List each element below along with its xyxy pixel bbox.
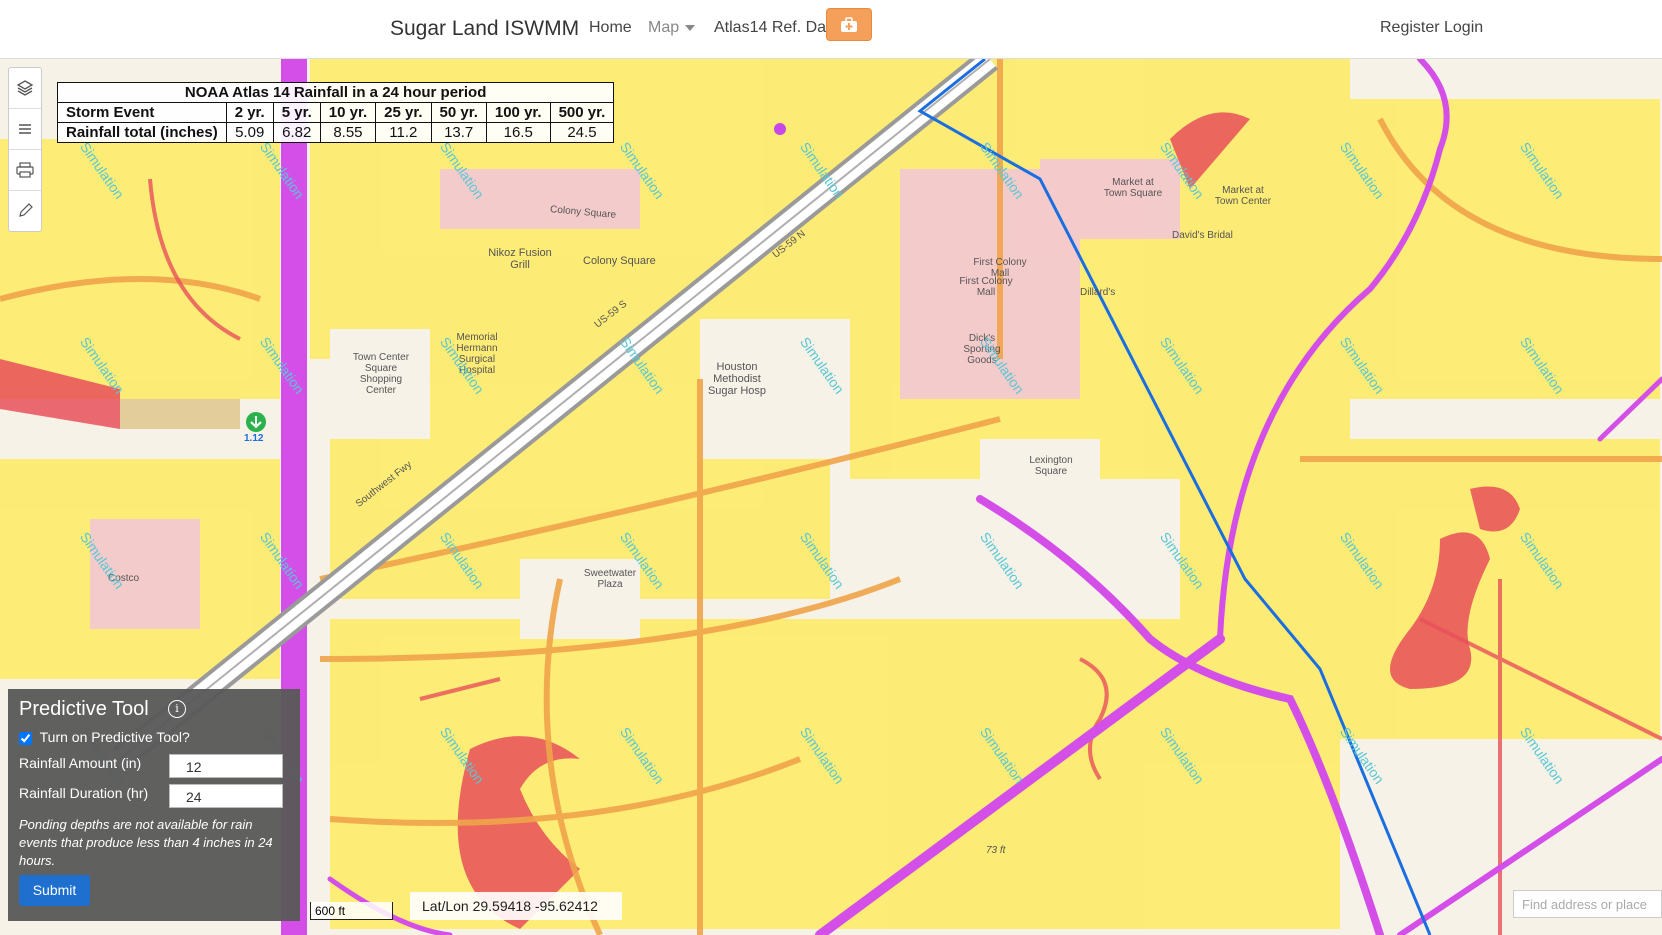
storm-event-label: Storm Event — [57, 102, 227, 123]
table-cell: 5 yr. — [272, 102, 321, 123]
label-nikoz: Nikoz Fusion Grill — [488, 247, 552, 271]
table-cell: 500 yr. — [549, 102, 615, 123]
table-cell: 11.2 — [375, 122, 432, 143]
atlas14-rainfall-table: NOAA Atlas 14 Rainfall in a 24 hour peri… — [56, 82, 615, 143]
label-market-town-square: Market at Town Square — [1103, 177, 1163, 199]
table-cell: 24.5 — [549, 122, 615, 143]
nav-atlas14[interactable]: Atlas14 Ref. Data — [714, 19, 839, 37]
nav-map-dropdown[interactable]: Map — [648, 19, 696, 37]
rainfall-duration-label: Rainfall Duration (hr) — [19, 785, 149, 801]
pencil-icon[interactable] — [9, 191, 41, 231]
gauge-value: 1.12 — [244, 433, 264, 444]
submit-button[interactable]: Submit — [19, 875, 90, 906]
label-market-town-center: Market at Town Center — [1214, 185, 1272, 207]
label-dillards: Dillard's — [1080, 287, 1116, 298]
top-navbar: Sugar Land ISWMM Home Map Atlas14 Ref. D… — [0, 0, 1662, 59]
info-icon[interactable]: i — [168, 700, 186, 718]
label-elevation: 73 ft — [986, 845, 1006, 856]
predictive-checkbox-label: Turn on Predictive Tool? — [39, 729, 190, 745]
label-houston-methodist: Houston Methodist Sugar Hosp — [707, 361, 767, 397]
print-icon[interactable] — [9, 150, 41, 191]
latlon-readout: Lat/Lon 29.59418 -95.62412 — [410, 892, 622, 920]
rainfall-amount-label: Rainfall Amount (in) — [19, 755, 142, 771]
label-lexington-square: Lexington Square — [1029, 455, 1073, 477]
label-davids-bridal: David's Bridal — [1172, 230, 1233, 241]
rainfall-amount-input[interactable]: 12 — [169, 754, 283, 778]
predictive-tool-panel: Predictive Tool i Turn on Predictive Too… — [8, 689, 300, 921]
nav-home[interactable]: Home — [589, 19, 632, 37]
chevron-down-icon — [685, 24, 696, 31]
label-colony-square: Colony Square — [583, 255, 656, 267]
nav-register[interactable]: Register — [1380, 19, 1440, 37]
table-title-row: NOAA Atlas 14 Rainfall in a 24 hour peri… — [56, 82, 615, 103]
table-title: NOAA Atlas 14 Rainfall in a 24 hour peri… — [56, 82, 615, 103]
briefcase-medical-icon[interactable] — [826, 8, 872, 41]
rainfall-duration-input[interactable]: 24 — [169, 784, 283, 808]
rainfall-total-label: Rainfall total (inches) — [57, 122, 227, 143]
map-view[interactable]: Colony Square Nikoz Fusion Grill Colony … — [0, 59, 1662, 935]
table-cell: 6.82 — [272, 122, 321, 143]
nav-map-label: Map — [648, 19, 680, 36]
label-first-colony-mall: First Colony Mall — [959, 276, 1013, 298]
table-cell: 2 yr. — [225, 102, 274, 123]
address-search-input[interactable]: Find address or place — [1513, 890, 1662, 918]
list-icon[interactable] — [9, 109, 41, 150]
label-town-center-square: Town Center Square Shopping Center — [352, 352, 410, 396]
predictive-toggle[interactable]: Turn on Predictive Tool? — [19, 729, 190, 745]
table-row: Rainfall total (inches) 5.09 6.82 8.55 1… — [57, 122, 615, 143]
table-row: Storm Event 2 yr. 5 yr. 10 yr. 25 yr. 50… — [57, 102, 615, 123]
map-toolbar — [8, 67, 42, 232]
table-cell: 5.09 — [225, 122, 274, 143]
scale-bar: 600 ft — [310, 902, 393, 920]
layers-icon[interactable] — [9, 68, 41, 109]
label-sweetwater-plaza: Sweetwater Plaza — [583, 568, 637, 590]
predictive-note: Ponding depths are not available for rai… — [19, 817, 273, 868]
table-cell: 50 yr. — [430, 102, 487, 123]
table-cell: 10 yr. — [319, 102, 377, 123]
nav-login[interactable]: Login — [1444, 19, 1483, 37]
table-cell: 100 yr. — [485, 102, 551, 123]
brand-title[interactable]: Sugar Land ISWMM — [390, 17, 579, 41]
table-cell: 8.55 — [319, 122, 377, 143]
predictive-tool-title: Predictive Tool — [19, 698, 149, 720]
table-cell: 16.5 — [485, 122, 551, 143]
predictive-checkbox[interactable] — [19, 731, 32, 745]
table-cell: 25 yr. — [375, 102, 432, 123]
table-cell: 13.7 — [430, 122, 487, 143]
